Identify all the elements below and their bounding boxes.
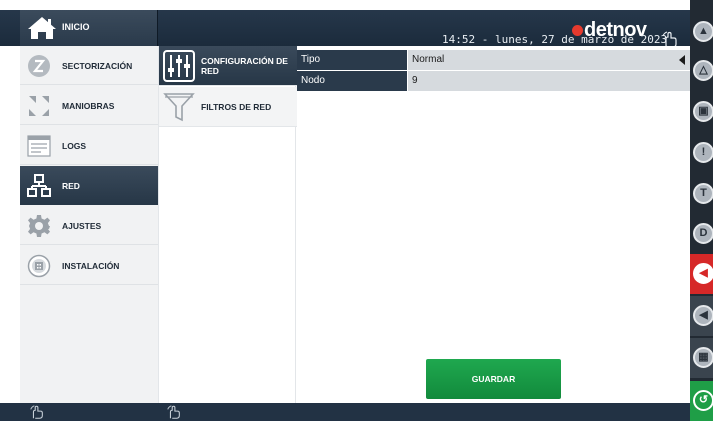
submenu-item-label: CONFIGURACIÓN DE RED <box>201 56 288 76</box>
home-icon <box>28 17 56 39</box>
datetime-label: 14:52 - lunes, 27 de marzo de 2023 <box>442 33 668 46</box>
sub-menu: CONFIGURACIÓN DE RED FILTROS DE RED <box>158 46 297 403</box>
alert-icon: ! <box>693 142 713 163</box>
dropdown-caret-icon[interactable] <box>679 55 685 65</box>
lock-button[interactable]: ▣ <box>690 94 713 136</box>
siren-button[interactable]: ◀ <box>690 254 713 294</box>
sliders-icon <box>163 50 195 82</box>
menu-item-label: INSTALACIÓN <box>62 261 120 271</box>
reset-icon: ↺ <box>693 390 713 411</box>
menu-item-instalacion[interactable]: INSTALACIÓN <box>20 246 158 285</box>
menu-item-red[interactable]: RED <box>20 166 158 205</box>
menu-item-label: RED <box>62 181 80 191</box>
lock-icon: ▣ <box>693 101 713 122</box>
home-label: INICIO <box>62 22 90 32</box>
warning-icon: △ <box>693 60 713 81</box>
nodo-field[interactable]: 9 <box>408 71 690 91</box>
menu-item-logs[interactable]: LOGS <box>20 126 158 165</box>
horn-icon: ◀ <box>693 305 713 326</box>
setting-row-nodo[interactable]: Nodo 9 <box>297 71 690 91</box>
home-button[interactable]: INICIO <box>20 10 158 46</box>
test-icon: T <box>693 183 713 204</box>
menu-item-label: LOGS <box>62 141 87 151</box>
setting-key: Tipo <box>297 50 407 70</box>
test-button[interactable]: T <box>690 178 713 220</box>
touch-hand-icon[interactable] <box>28 404 46 420</box>
logs-icon <box>27 135 51 157</box>
siren-icon: ◀ <box>693 263 713 284</box>
menu-item-maniobras[interactable]: MANIOBRAS <box>20 86 158 125</box>
relay-icon: ▦ <box>693 347 713 368</box>
menu-item-ajustes[interactable]: AJUSTES <box>20 206 158 245</box>
disabled-icon: D <box>693 223 713 244</box>
network-config-panel: Tipo Normal Nodo 9 GUARDAR <box>297 46 690 403</box>
network-icon <box>27 174 51 197</box>
submenu-item-filtros[interactable]: FILTROS DE RED <box>159 87 297 127</box>
setting-value: Normal <box>412 54 445 65</box>
filter-icon <box>163 93 195 122</box>
sector-icon <box>28 55 50 77</box>
right-status-bar: ▲ △ ▣ ! T D ◀ ◀ ▦ ↺ <box>690 0 713 421</box>
tipo-select[interactable]: Normal <box>408 50 690 70</box>
relay-button[interactable]: ▦ <box>690 338 713 378</box>
gear-icon <box>28 215 50 237</box>
main-menu: SECTORIZACIÓN MANIOBRAS LOGS RED AJUSTES… <box>20 46 158 403</box>
horn-button[interactable]: ◀ <box>690 296 713 336</box>
submenu-item-configuracion[interactable]: CONFIGURACIÓN DE RED <box>159 46 297 86</box>
alert-button[interactable]: ! <box>690 136 713 178</box>
submenu-item-label: FILTROS DE RED <box>201 102 272 112</box>
maneuvers-icon <box>29 96 49 116</box>
setting-value: 9 <box>412 75 418 86</box>
fire-button[interactable]: ▲ <box>690 10 713 52</box>
building-icon <box>27 254 51 278</box>
menu-item-sectorizacion[interactable]: SECTORIZACIÓN <box>20 46 158 85</box>
menu-item-label: MANIOBRAS <box>62 101 115 111</box>
menu-item-label: SECTORIZACIÓN <box>62 61 133 71</box>
reset-button[interactable]: ↺ <box>690 381 713 421</box>
setting-row-tipo[interactable]: Tipo Normal <box>297 50 690 70</box>
menu-item-label: AJUSTES <box>62 221 102 231</box>
setting-key: Nodo <box>297 71 407 91</box>
fire-icon: ▲ <box>693 21 713 42</box>
bottom-bar <box>0 403 690 421</box>
touch-hand-icon[interactable] <box>165 404 183 420</box>
save-button[interactable]: GUARDAR <box>426 359 561 399</box>
warning-button[interactable]: △ <box>690 52 713 94</box>
